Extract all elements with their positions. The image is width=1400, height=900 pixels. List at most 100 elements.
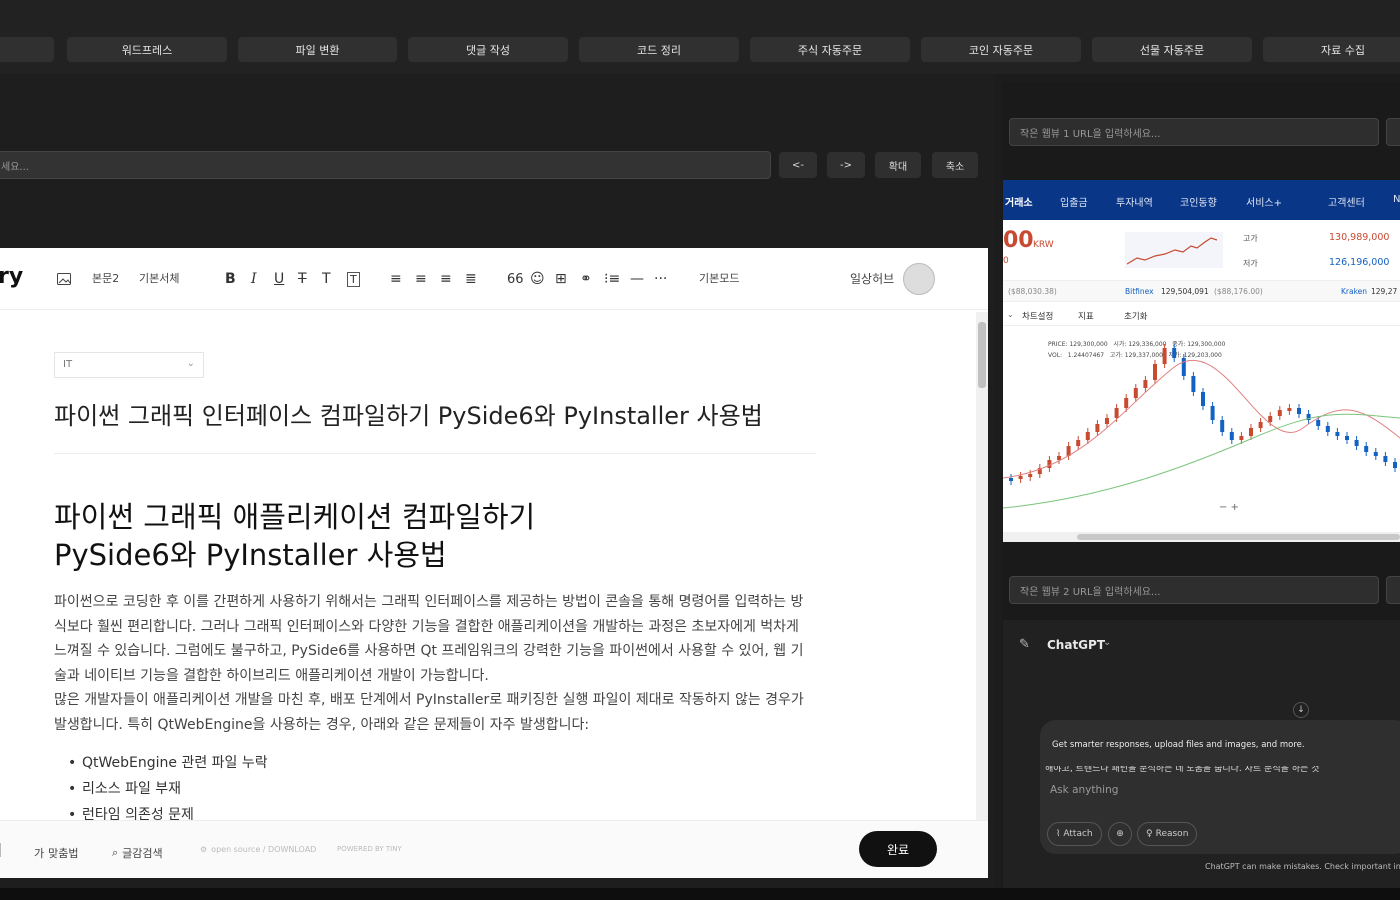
strike-icon[interactable]: T bbox=[298, 268, 307, 290]
low-label: 저가 bbox=[1243, 259, 1258, 268]
align-center-icon[interactable]: ≡ bbox=[415, 268, 427, 290]
current-price: 00 bbox=[1003, 228, 1034, 253]
webview2-url-input[interactable]: 작은 웹뷰 2 URL을 입력하세요... bbox=[1009, 576, 1379, 604]
italic-icon[interactable]: I bbox=[251, 268, 257, 290]
candlestick-chart[interactable] bbox=[1003, 328, 1400, 518]
nav-support[interactable]: 고객센터 bbox=[1328, 194, 1365, 209]
candle bbox=[1239, 436, 1244, 440]
candle bbox=[1009, 478, 1013, 481]
scrollbar-thumb[interactable] bbox=[978, 322, 986, 388]
reset-button[interactable]: 초기화 bbox=[1124, 310, 1147, 322]
chevron-down-icon: ⌄ bbox=[1103, 637, 1112, 648]
nav-futures[interactable]: 선물 자동주문 bbox=[1092, 37, 1252, 62]
webview1-url-input[interactable]: 작은 웹뷰 1 URL을 입력하세요... bbox=[1009, 118, 1379, 146]
nav-stock[interactable]: 주식 자동주문 bbox=[750, 37, 910, 62]
align-right-icon[interactable]: ≡ bbox=[440, 268, 452, 290]
chat-input[interactable]: Ask anything bbox=[1050, 784, 1118, 796]
candle bbox=[1383, 456, 1388, 462]
nav-button-partial[interactable] bbox=[0, 37, 54, 62]
url-input[interactable]: 세요... bbox=[0, 151, 771, 179]
bullet-list[interactable]: QtWebEngine 관련 파일 누락 리소스 파일 부재 런타임 의존성 문… bbox=[68, 750, 268, 828]
list-item: QtWebEngine 관련 파일 누락 bbox=[68, 750, 268, 776]
scroll-down-icon[interactable]: ↓ bbox=[1293, 702, 1309, 718]
post-title[interactable]: 파이썬 그래픽 인터페이스 컴파일하기 PySide6와 PyInstaller… bbox=[54, 396, 763, 431]
list-icon[interactable]: ⁝≡ bbox=[604, 268, 620, 290]
webview1-go-button[interactable] bbox=[1386, 118, 1400, 146]
nav-file-convert[interactable]: 파일 변환 bbox=[238, 37, 397, 62]
material-search-button[interactable]: ⌕ 글감검색 bbox=[112, 845, 163, 861]
kraken-price: 129,27 bbox=[1371, 287, 1398, 296]
link-icon[interactable]: ⚭ bbox=[580, 268, 592, 290]
emoji-icon[interactable]: ☺ bbox=[530, 268, 545, 290]
promo-text: Get smarter responses, upload files and … bbox=[1052, 740, 1305, 750]
hscroll-thumb[interactable] bbox=[1077, 534, 1400, 540]
indicator-button[interactable]: 지표 bbox=[1078, 310, 1094, 322]
globe-button[interactable]: ⊕ bbox=[1108, 822, 1132, 846]
nav-investments[interactable]: 투자내역 bbox=[1116, 194, 1153, 209]
candle bbox=[1210, 406, 1215, 420]
spellcheck-button[interactable]: 가 맞춤법 bbox=[34, 845, 79, 861]
opensource-link[interactable]: ⚙ open source / DOWNLOAD bbox=[200, 845, 316, 854]
heading-line-1: 파이썬 그래픽 애플리케이션 컴파일하기 bbox=[54, 500, 536, 534]
style-select[interactable]: 본문2 bbox=[92, 270, 119, 286]
high-price: 130,989,000 bbox=[1329, 232, 1390, 243]
paragraph-1[interactable]: 파이썬으로 코딩한 후 이를 간편하게 사용하기 위해서는 그래픽 인터페이스를… bbox=[54, 590, 812, 688]
done-button[interactable]: 완료 bbox=[859, 831, 937, 867]
text-color-icon[interactable]: T bbox=[322, 268, 331, 290]
candle bbox=[1325, 426, 1330, 432]
nav-exchange[interactable]: 거래소 bbox=[1005, 194, 1033, 209]
nav-code[interactable]: 코드 정리 bbox=[579, 37, 739, 62]
nav-deposit[interactable]: 입출금 bbox=[1060, 194, 1088, 209]
zoom-in-button[interactable]: 확대 bbox=[875, 152, 921, 178]
editor-scrollbar[interactable] bbox=[976, 312, 988, 820]
nav-data-collect[interactable]: 자료 수집 bbox=[1263, 37, 1400, 62]
candle bbox=[1268, 416, 1273, 422]
nav-n[interactable]: N bbox=[1393, 194, 1400, 205]
category-label: IT bbox=[63, 359, 73, 370]
nav-trends[interactable]: 코인동향 bbox=[1180, 194, 1217, 209]
spellcheck-icon: 가 bbox=[34, 847, 45, 860]
model-select[interactable]: ChatGPT bbox=[1047, 638, 1105, 652]
chart-hscroll[interactable] bbox=[1003, 532, 1400, 542]
nav-services[interactable]: 서비스+ bbox=[1246, 194, 1282, 209]
candle bbox=[1345, 436, 1349, 440]
candle bbox=[1249, 428, 1253, 436]
ref-usd: ($88,030.38) bbox=[1008, 287, 1057, 296]
chart-settings-button[interactable]: 차트설정 bbox=[1022, 310, 1053, 322]
nav-coin[interactable]: 코인 자동주문 bbox=[921, 37, 1081, 62]
bold-icon[interactable]: B bbox=[225, 268, 236, 290]
forward-button[interactable]: -> bbox=[827, 152, 865, 178]
candle bbox=[1181, 358, 1186, 376]
zoom-out-button[interactable]: 축소 bbox=[932, 152, 978, 178]
category-select[interactable]: IT ⌄ bbox=[54, 352, 204, 378]
paperclip-icon: ⌇ bbox=[1056, 829, 1061, 839]
edit-icon[interactable]: ✎ bbox=[1019, 637, 1030, 652]
paragraph-2[interactable]: 많은 개발자들이 애플리케이션 개발을 마친 후, 배포 단계에서 PyInst… bbox=[54, 688, 812, 737]
avatar[interactable] bbox=[903, 263, 935, 295]
align-justify-icon[interactable]: ≣ bbox=[465, 268, 477, 290]
text-bg-icon[interactable]: T bbox=[347, 272, 360, 287]
table-icon[interactable]: ⊞ bbox=[555, 268, 567, 290]
candle bbox=[1076, 440, 1081, 446]
image-icon[interactable] bbox=[56, 268, 72, 290]
back-button[interactable]: <- bbox=[779, 152, 817, 178]
align-left-icon[interactable]: ≡ bbox=[390, 268, 402, 290]
font-select[interactable]: 기본서체 bbox=[139, 270, 179, 286]
attach-button[interactable]: ⌇ Attach bbox=[1047, 822, 1102, 846]
powered-by: POWERED BY TINY bbox=[337, 845, 402, 853]
candle bbox=[1143, 380, 1148, 388]
nav-wordpress[interactable]: 워드프레스 bbox=[67, 37, 227, 62]
divider-icon[interactable]: — bbox=[630, 268, 644, 290]
mode-select[interactable]: 기본모드 bbox=[699, 270, 739, 286]
underline-icon[interactable]: U bbox=[274, 268, 284, 290]
cut-text-row: 해야고, 트렌드나 패턴을 분석하는 데 도움을 줍니다. 차트 분석을 하는 … bbox=[1040, 766, 1400, 776]
quote-icon[interactable]: 66 bbox=[507, 268, 524, 290]
candle bbox=[1057, 456, 1061, 460]
gear-icon: ⚙ bbox=[200, 845, 208, 854]
reason-button[interactable]: ♀ Reason bbox=[1137, 822, 1198, 846]
post-heading[interactable]: 파이썬 그래픽 애플리케이션 컴파일하기 PySide6와 PyInstalle… bbox=[54, 498, 535, 574]
more-icon[interactable]: ··· bbox=[654, 268, 667, 290]
webview2-go-button[interactable] bbox=[1386, 576, 1400, 604]
chart-zoom-controls[interactable]: − + bbox=[1219, 502, 1239, 513]
nav-comment[interactable]: 댓글 작성 bbox=[408, 37, 568, 62]
